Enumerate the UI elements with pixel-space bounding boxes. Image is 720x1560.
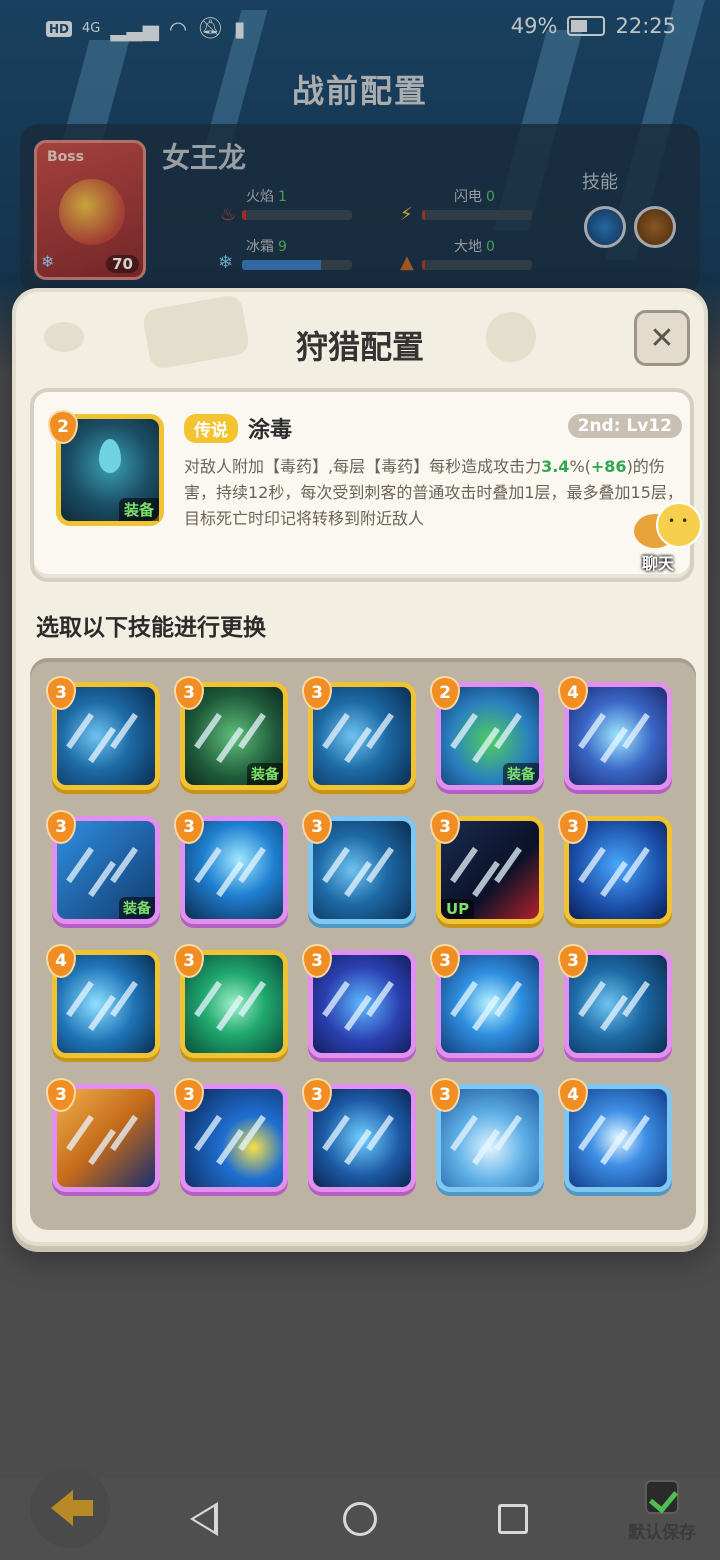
selected-skill-panel: 2 装备 传说 涂毒 2nd: Lv12 对敌人附加【毒药】,每层【毒药】每秒造… xyxy=(30,388,694,582)
equip-tag: 装备 xyxy=(119,897,155,919)
checkbox-icon xyxy=(645,1480,679,1514)
nav-recent-button[interactable] xyxy=(498,1504,528,1534)
modal-title: 狩猎配置 xyxy=(295,328,424,366)
save-default-label: 默认保存 xyxy=(628,1523,696,1543)
choose-skill-label: 选取以下技能进行更换 xyxy=(36,615,266,641)
chat-label: 聊天 xyxy=(642,554,675,573)
rarity-tag: 传说 xyxy=(184,414,238,443)
back-arrow-icon xyxy=(51,1490,93,1526)
chat-smile-icon xyxy=(656,502,702,548)
skill-level: 2nd: Lv12 xyxy=(567,414,682,438)
equip-tag: 装备 xyxy=(503,763,539,785)
upgrade-tag: UP xyxy=(441,899,475,919)
back-button[interactable] xyxy=(30,1468,110,1548)
skill-description: 对敌人附加【毒药】,每层【毒药】每秒造成攻击力3.4%(+86)的伤害，持续12… xyxy=(184,457,683,528)
save-default-toggle[interactable]: 默认保存 xyxy=(620,1480,704,1543)
close-icon: ✕ xyxy=(649,320,675,356)
skill-name: 涂毒 xyxy=(248,418,293,443)
poison-drop-icon xyxy=(99,439,121,473)
nav-back-button[interactable] xyxy=(190,1502,218,1536)
chat-button[interactable]: 聊天 xyxy=(634,502,710,576)
nav-home-button[interactable] xyxy=(343,1502,377,1536)
skill-grid-panel[interactable]: 3 3 装备 3 2 装备 4 3 装备 3 3 3 UP 3 4 3 3 3 3 3 3 3 3 4 xyxy=(30,658,696,1230)
close-button[interactable]: ✕ xyxy=(634,310,690,366)
hunt-config-modal: 狩猎配置 ✕ 2 装备 传说 涂毒 2nd: Lv12 对敌人附加【毒药】,每层… xyxy=(12,288,708,1246)
equip-tag: 装备 xyxy=(247,763,283,785)
equip-tag: 装备 xyxy=(118,498,159,521)
